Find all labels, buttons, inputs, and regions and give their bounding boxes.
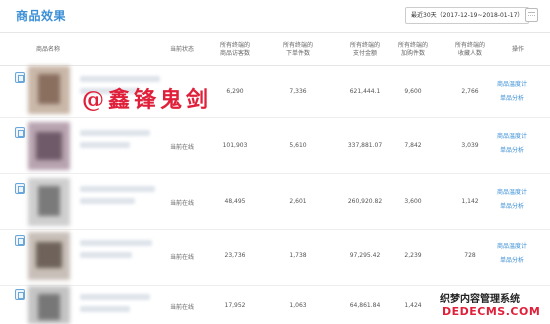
product-thermometer-link[interactable]: 商品温度计: [490, 241, 534, 250]
cart-items-value: 9,600: [404, 88, 422, 95]
visitors-value: 17,952: [224, 302, 246, 309]
product-title-blurred: [80, 186, 155, 192]
cart-items-value: 2,239: [404, 252, 422, 259]
order-items-value: 2,601: [289, 198, 307, 205]
col-order-items: 所有终端的 下单件数: [282, 42, 313, 57]
product-thumbnail: [28, 232, 70, 280]
product-title-blurred: [80, 306, 130, 312]
col-visitors: 所有终端的 商品访客数: [219, 42, 250, 57]
product-title-blurred: [80, 252, 132, 258]
order-items-value: 1,738: [289, 252, 307, 259]
product-title-blurred: [80, 142, 130, 148]
product-image-icon: [15, 72, 25, 83]
single-item-analysis-link[interactable]: 单品分析: [490, 145, 534, 154]
product-title-blurred: [80, 294, 150, 300]
page-title: 商品效果: [16, 9, 67, 23]
product-title-blurred: [80, 130, 150, 136]
product-thumbnail: [28, 286, 70, 324]
order-items-value: 5,610: [289, 142, 307, 149]
product-thumbnail: [28, 178, 70, 226]
product-image-icon: [15, 183, 25, 194]
cart-items-value: 3,600: [404, 198, 422, 205]
product-image-icon: [15, 127, 25, 138]
status-text: 当前在线: [170, 144, 195, 151]
col-action: 操作: [511, 46, 524, 53]
col-favorites: 所有终端的 收藏人数: [454, 42, 485, 57]
col-pay-amount: 所有终端的 支付金额: [349, 42, 380, 57]
product-image-icon: [15, 289, 25, 300]
single-item-analysis-link[interactable]: 单品分析: [490, 201, 534, 210]
table-row: 当前在线 101,903 5,610 337,881.07 7,842 3,03…: [0, 118, 550, 174]
product-thermometer-link[interactable]: 商品温度计: [490, 131, 534, 140]
product-title-blurred: [80, 198, 135, 204]
product-thumbnail: [28, 122, 70, 170]
status-text: 当前在线: [170, 254, 195, 261]
table-row: 当前在线 23,736 1,738 97,295.42 2,239 728 商品…: [0, 230, 550, 286]
header-bar: 商品效果 最近30天（2017-12-19~2018-01-17）: [0, 0, 550, 33]
visitors-value: 23,736: [224, 252, 246, 259]
single-item-analysis-link[interactable]: 单品分析: [490, 255, 534, 264]
status-text: 当前在线: [170, 304, 195, 311]
cart-items-value: 1,424: [404, 302, 422, 309]
order-items-value: 7,336: [289, 88, 307, 95]
visitors-value: 6,290: [226, 88, 244, 95]
order-items-value: 1,063: [289, 302, 307, 309]
product-thermometer-link[interactable]: 商品温度计: [490, 79, 534, 88]
visitors-value: 101,903: [222, 142, 248, 149]
product-title-blurred: [80, 240, 152, 246]
single-item-analysis-link[interactable]: 单品分析: [490, 93, 534, 102]
status-text: 当前在线: [170, 200, 195, 207]
table-row: 当前在线 48,495 2,601 260,920.82 3,600 1,142…: [0, 174, 550, 230]
col-status: 当前状态: [169, 46, 194, 53]
author-watermark: @鑫锋鬼剑: [82, 87, 213, 113]
site-badge-cn: 织梦内容管理系统: [440, 294, 520, 305]
product-thermometer-link[interactable]: 商品温度计: [490, 187, 534, 196]
visitors-value: 48,495: [224, 198, 246, 205]
date-range-selector[interactable]: 最近30天（2017-12-19~2018-01-17）: [405, 7, 530, 24]
col-cart-items: 所有终端的 加购件数: [397, 42, 428, 57]
site-badge-en: DEDECMS.COM: [442, 305, 541, 318]
product-thumbnail: [28, 66, 70, 114]
col-product-name: 商品名称: [35, 46, 60, 53]
product-image-icon: [15, 235, 25, 246]
cart-items-value: 7,842: [404, 142, 422, 149]
calendar-icon[interactable]: [525, 8, 538, 22]
